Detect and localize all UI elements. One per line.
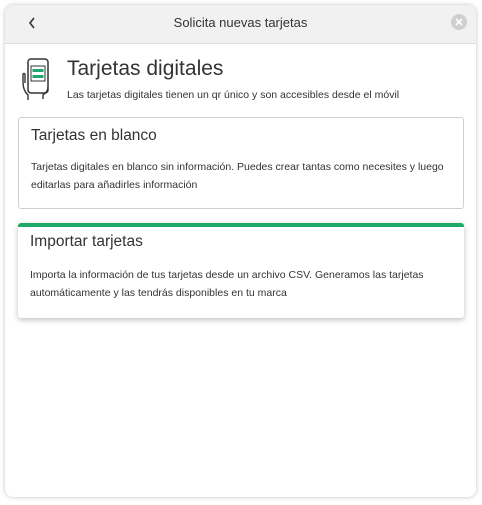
new-cards-dialog: Solicita nuevas tarjetas Tarjetas digita… — [5, 5, 476, 497]
phone-card-icon — [22, 58, 49, 100]
close-button[interactable] — [451, 14, 467, 30]
option-title: Tarjetas en blanco — [31, 127, 157, 144]
dialog-header: Solicita nuevas tarjetas — [5, 5, 476, 44]
page-title: Tarjetas digitales — [67, 57, 224, 80]
close-icon — [455, 18, 463, 26]
blank-cards-option[interactable]: Tarjetas en blanco Tarjetas digitales en… — [18, 117, 464, 209]
page-subtitle: Las tarjetas digitales tienen un qr únic… — [67, 89, 400, 101]
dialog-title: Solicita nuevas tarjetas — [173, 15, 308, 30]
option-title: Importar tarjetas — [30, 233, 143, 250]
option-description: Importa la información de tus tarjetas d… — [30, 269, 424, 299]
option-description: Tarjetas digitales en blanco sin informa… — [31, 161, 444, 191]
import-cards-option[interactable]: Importar tarjetas Importa la información… — [18, 223, 464, 318]
